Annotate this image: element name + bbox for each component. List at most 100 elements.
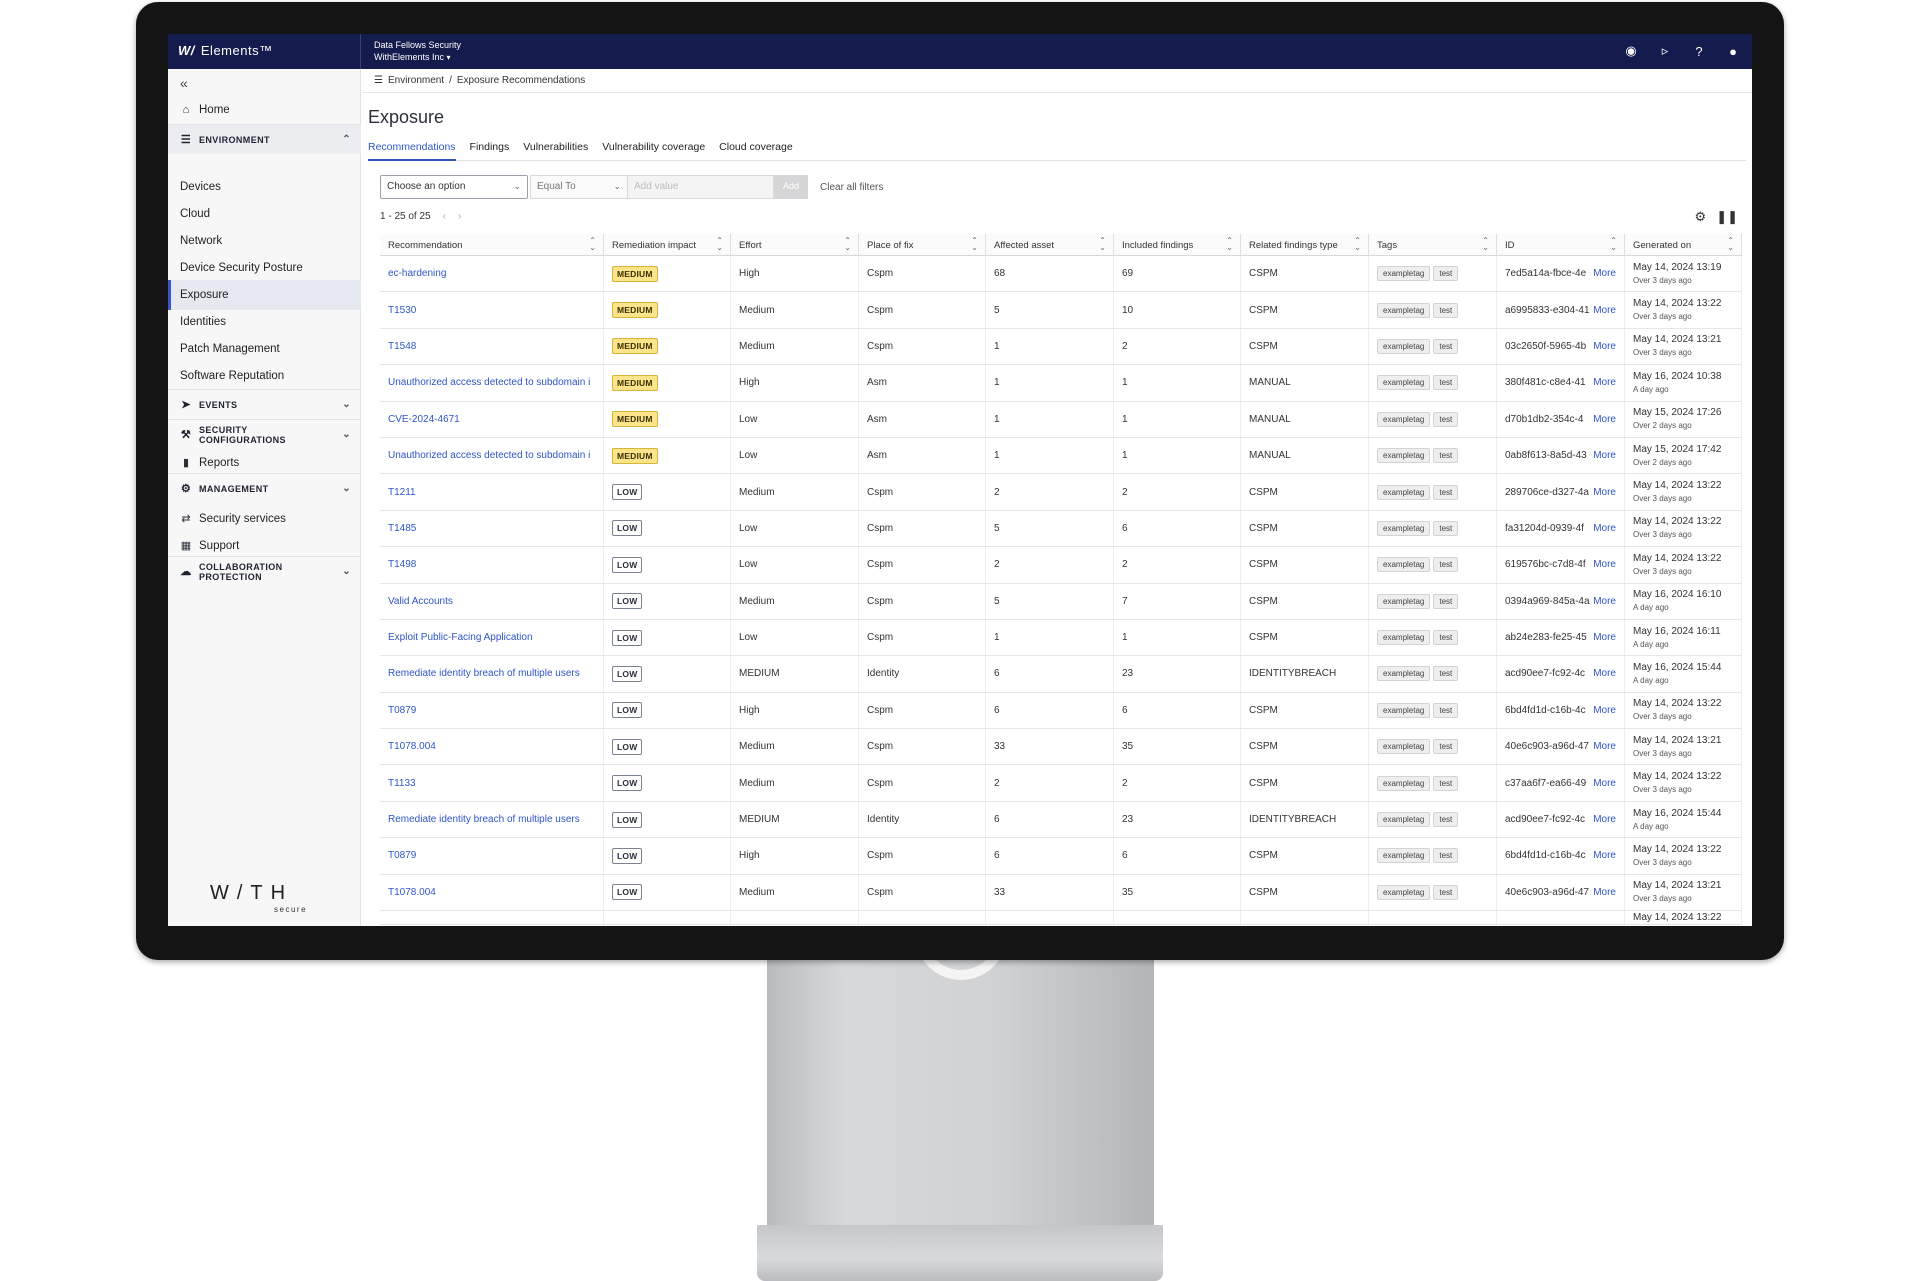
- recommendation-link[interactable]: Valid Accounts: [388, 596, 453, 607]
- collapse-sidebar-icon[interactable]: «: [180, 75, 188, 91]
- column-header[interactable]: Affected asset ⌃ ⌄: [986, 234, 1114, 255]
- sort-icon[interactable]: ⌃ ⌄: [1099, 237, 1106, 252]
- recommendation-link[interactable]: T1548: [388, 341, 416, 352]
- cell-recommendation[interactable]: T1078.004: [380, 729, 604, 765]
- column-header[interactable]: Remediation impact ⌃ ⌄: [604, 234, 731, 255]
- cell-recommendation[interactable]: T0879: [380, 692, 604, 729]
- sidebar-item-home[interactable]: ⌂ Home: [180, 104, 230, 116]
- sidebar-item-cloud[interactable]: Cloud: [180, 208, 210, 220]
- cell-recommendation[interactable]: T1548: [380, 328, 604, 365]
- table-row[interactable]: ec-hardening MEDIUM High Cspm 68 69 CSPM exampl…: [380, 256, 1742, 293]
- more-link[interactable]: More: [1593, 596, 1616, 607]
- sort-icon[interactable]: ⌃ ⌄: [844, 237, 851, 252]
- sidebar-item-support[interactable]: ▦ Support: [180, 539, 239, 553]
- recommendation-link[interactable]: T1485: [388, 523, 416, 534]
- sidebar-item-security-services[interactable]: ⇄ Security services: [180, 512, 286, 526]
- cell-recommendation[interactable]: T1530: [380, 292, 604, 328]
- more-link[interactable]: More: [1593, 632, 1616, 643]
- more-link[interactable]: More: [1593, 668, 1616, 679]
- sort-icon[interactable]: ⌃ ⌄: [971, 237, 978, 252]
- table-row[interactable]: Remediate identity breach of multiple us…: [380, 801, 1742, 839]
- sidebar-section-security-configurations[interactable]: ⚒ SECURITY CONFIGURATIONS ⌄: [168, 419, 361, 449]
- recommendation-link[interactable]: T1078.004: [388, 741, 436, 752]
- table-row[interactable]: T1078.004 LOW Medium Cspm 33 35 CSPM exampletag…: [380, 729, 1742, 766]
- sidebar-section-management[interactable]: ⚙ MANAGEMENT ⌄: [168, 473, 361, 503]
- recommendation-link[interactable]: Unauthorized access detected to subdomai…: [388, 450, 590, 461]
- help-icon[interactable]: ?: [1690, 42, 1708, 60]
- table-row[interactable]: Unauthorized access detected to subdomai…: [380, 437, 1742, 475]
- tab-recommendations[interactable]: Recommendations: [368, 141, 456, 161]
- more-link[interactable]: More: [1593, 414, 1616, 425]
- cell-recommendation[interactable]: Remediate identity breach of multiple us…: [380, 801, 604, 838]
- more-link[interactable]: More: [1593, 559, 1616, 570]
- sort-icon[interactable]: ⌃ ⌄: [716, 237, 723, 252]
- recommendation-link[interactable]: T0879: [388, 850, 416, 861]
- megaphone-icon[interactable]: ▹: [1656, 42, 1674, 60]
- sort-icon[interactable]: ⌃ ⌄: [1610, 237, 1617, 252]
- brand-logo[interactable]: W/Elements™: [178, 43, 273, 58]
- sidebar-item-devices[interactable]: Devices: [180, 181, 221, 193]
- sidebar-section-collaboration-protection[interactable]: ☁ COLLABORATION PROTECTION ⌄: [168, 556, 361, 586]
- more-link[interactable]: More: [1593, 487, 1616, 498]
- more-link[interactable]: More: [1593, 850, 1616, 861]
- cell-recommendation[interactable]: ec-hardening: [380, 256, 604, 292]
- sidebar-item-patch-management[interactable]: Patch Management: [180, 343, 280, 355]
- more-link[interactable]: More: [1593, 778, 1616, 789]
- robot-icon[interactable]: ◉: [1622, 42, 1640, 60]
- filter-operator-select[interactable]: Equal To ⌄: [530, 175, 628, 199]
- column-header[interactable]: Place of fix ⌃ ⌄: [859, 234, 986, 255]
- tab-vulnerability-coverage[interactable]: Vulnerability coverage: [602, 141, 705, 161]
- table-row[interactable]: Exploit Public-Facing Application LOW Low C…: [380, 619, 1742, 657]
- org-switcher[interactable]: Data Fellows Security WithElements Inc ▾: [374, 39, 461, 64]
- more-link[interactable]: More: [1593, 887, 1616, 898]
- settings-gear-icon[interactable]: ⚙: [1695, 209, 1707, 225]
- cell-recommendation[interactable]: Remediate identity breach of multiple us…: [380, 656, 604, 692]
- column-header[interactable]: Related findings type ⌃ ⌄: [1241, 234, 1369, 255]
- columns-icon[interactable]: ❚❚: [1716, 209, 1738, 225]
- sidebar-item-network[interactable]: Network: [180, 235, 222, 247]
- next-page-button[interactable]: ›: [458, 211, 461, 222]
- cell-recommendation[interactable]: Valid Accounts: [380, 583, 604, 619]
- column-header[interactable]: Included findings ⌃ ⌄: [1114, 234, 1241, 255]
- recommendation-link[interactable]: Remediate identity breach of multiple us…: [388, 668, 580, 679]
- breadcrumb-environment[interactable]: Environment: [388, 75, 444, 86]
- more-link[interactable]: More: [1593, 341, 1616, 352]
- table-row[interactable]: T1211 LOW Medium Cspm 2 2 CSPM exampletag test 28…: [380, 474, 1742, 511]
- recommendation-link[interactable]: Remediate identity breach of multiple us…: [388, 814, 580, 825]
- sidebar-item-reports[interactable]: ▮ Reports: [180, 456, 239, 470]
- recommendation-link[interactable]: T1078.004: [388, 887, 436, 898]
- recommendation-link[interactable]: T0879: [388, 705, 416, 716]
- more-link[interactable]: More: [1593, 268, 1616, 279]
- more-link[interactable]: More: [1593, 741, 1616, 752]
- user-icon[interactable]: ●: [1724, 42, 1742, 60]
- sidebar-section-environment[interactable]: ☰ ENVIRONMENT ⌃: [168, 124, 361, 154]
- table-row[interactable]: T1078.004 LOW Medium Cspm 33 35 CSPM exampletag…: [380, 874, 1742, 912]
- cell-recommendation[interactable]: Exploit Public-Facing Application: [380, 619, 604, 656]
- cell-recommendation[interactable]: Unauthorized access detected to subdomai…: [380, 437, 604, 474]
- filter-value-input[interactable]: Add value: [628, 175, 774, 199]
- cell-recommendation[interactable]: T1211: [380, 474, 604, 510]
- recommendation-link[interactable]: CVE-2024-4671: [388, 414, 460, 425]
- filter-add-button[interactable]: Add: [774, 175, 808, 199]
- column-header[interactable]: ID ⌃ ⌄: [1497, 234, 1625, 255]
- table-row[interactable]: T0879 LOW High Cspm 6 6 CSPM exampletag test 6bd4…: [380, 692, 1742, 730]
- cell-recommendation[interactable]: T1485: [380, 510, 604, 547]
- sort-icon[interactable]: ⌃ ⌄: [1354, 237, 1361, 252]
- more-link[interactable]: More: [1593, 814, 1616, 825]
- recommendation-link[interactable]: Exploit Public-Facing Application: [388, 632, 533, 643]
- recommendation-link[interactable]: T1530: [388, 305, 416, 316]
- tab-cloud-coverage[interactable]: Cloud coverage: [719, 141, 793, 161]
- recommendation-link[interactable]: T1498: [388, 559, 416, 570]
- filter-field-select[interactable]: Choose an option ⌄: [380, 175, 528, 199]
- cell-recommendation[interactable]: T1078.004: [380, 874, 604, 911]
- cell-recommendation[interactable]: Unauthorized access detected to subdomai…: [380, 365, 604, 401]
- table-row[interactable]: T1498 LOW Low Cspm 2 2 CSPM exampletag test 61957…: [380, 547, 1742, 584]
- sort-icon[interactable]: ⌃ ⌄: [1482, 237, 1489, 252]
- sidebar-item-software-reputation[interactable]: Software Reputation: [180, 370, 284, 382]
- more-link[interactable]: More: [1593, 305, 1616, 316]
- sort-icon[interactable]: ⌃ ⌄: [1226, 237, 1233, 252]
- more-link[interactable]: More: [1593, 377, 1616, 388]
- recommendation-link[interactable]: T1133: [388, 778, 416, 789]
- sort-icon[interactable]: ⌃ ⌄: [1727, 237, 1734, 252]
- more-link[interactable]: More: [1593, 705, 1616, 716]
